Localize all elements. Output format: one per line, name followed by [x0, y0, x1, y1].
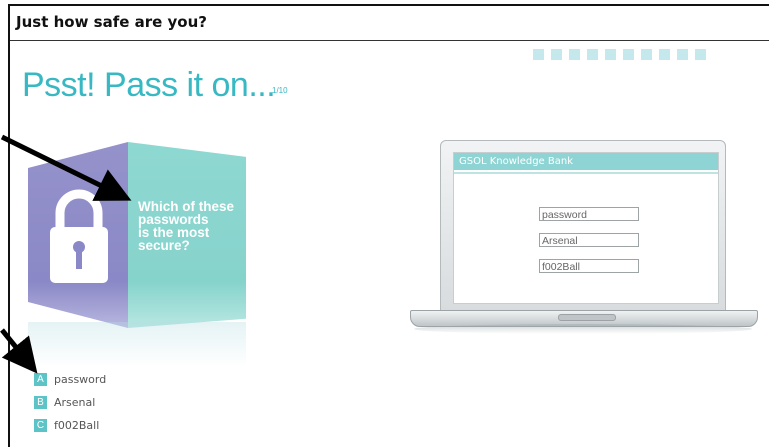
annotation-arrow: [0, 328, 38, 374]
annotation-arrow: [0, 134, 132, 201]
annotation-arrows: [0, 134, 132, 374]
